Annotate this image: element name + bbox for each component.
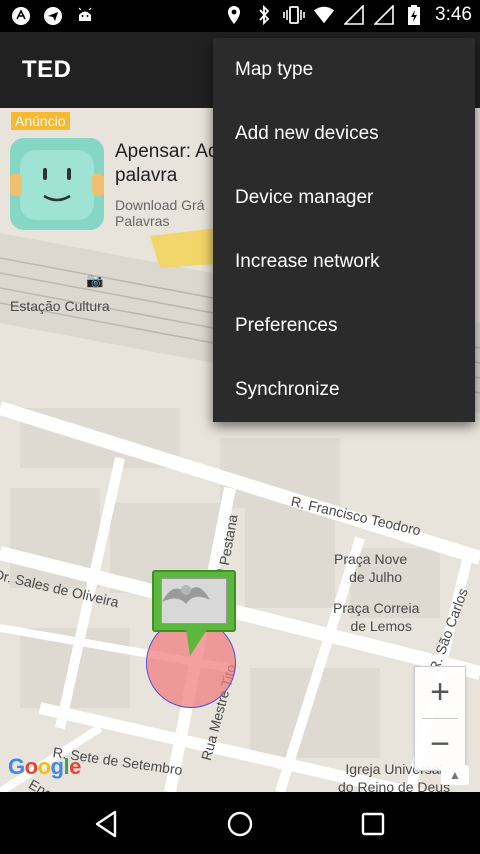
zoom-out-button[interactable]: − [415, 719, 465, 770]
device-photo [161, 578, 227, 624]
navigation-bar [0, 792, 480, 854]
back-icon[interactable] [88, 806, 124, 842]
android-icon [74, 5, 96, 27]
menu-item-device-manager[interactable]: Device manager [213, 166, 475, 230]
android-debug-icon [10, 5, 32, 27]
status-clock: 3:46 [435, 4, 472, 25]
signal-2-icon [373, 4, 395, 26]
status-bar: 3:46 [0, 0, 480, 32]
zoom-in-button[interactable]: + [415, 667, 465, 718]
ad-app-icon[interactable] [10, 138, 104, 230]
location-icon [223, 4, 245, 26]
device-marker-frame [152, 570, 236, 632]
home-icon[interactable] [222, 806, 258, 842]
battery-charging-icon [403, 4, 425, 26]
zoom-controls: + − [414, 666, 466, 771]
menu-item-preferences[interactable]: Preferences [213, 294, 475, 358]
bluetooth-icon [253, 4, 275, 26]
menu-item-increase-network[interactable]: Increase network [213, 230, 475, 294]
overflow-menu: Map type Add new devices Device manager … [213, 38, 475, 422]
vibrate-icon [283, 4, 305, 26]
marker-pointer [186, 628, 208, 656]
telegram-icon [42, 5, 64, 27]
map-label-estacao: Estação Cultura [10, 298, 110, 314]
recents-icon[interactable] [355, 806, 391, 842]
ad-badge: Anúncio [11, 112, 70, 130]
camera-icon: 📷 [86, 272, 104, 288]
ad-banner[interactable]: Anúncio Apensar: Ad palavra Download Grá… [0, 108, 230, 236]
menu-item-add-devices[interactable]: Add new devices [213, 102, 475, 166]
menu-item-map-type[interactable]: Map type [213, 38, 475, 102]
map-label-praca-correia: Praça Correia de Lemos [333, 600, 420, 634]
wifi-icon [313, 4, 335, 26]
device-marker[interactable] [150, 570, 236, 664]
menu-item-synchronize[interactable]: Synchronize [213, 358, 475, 422]
street-view-icon[interactable]: ▲ [441, 765, 469, 785]
google-logo: Google [8, 754, 81, 779]
app-title: TED [22, 56, 72, 83]
signal-icon [343, 4, 365, 26]
map-label-praca-nove: Praça Nove de Julho [334, 551, 408, 585]
